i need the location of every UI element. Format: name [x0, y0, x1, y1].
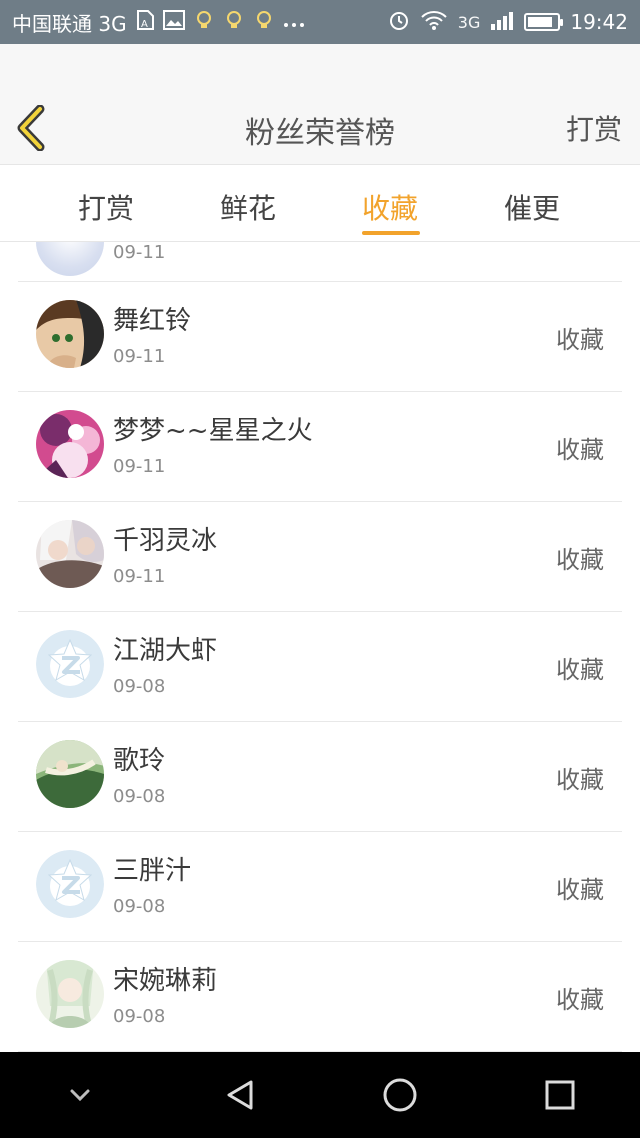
item-date: 09-11	[113, 242, 166, 263]
fan-list: 09-11 舞红铃 09-11 收藏 梦梦~~星星之火 09-11 收藏 千羽灵…	[0, 242, 640, 1052]
item-date: 09-08	[113, 1006, 166, 1027]
recents-square-icon	[545, 1080, 575, 1110]
list-item[interactable]: 宋婉琳莉 09-08 收藏	[18, 942, 622, 1052]
status-bar: 中国联通 3G A 3G 19:42	[0, 0, 640, 44]
lightbulb-icon	[253, 9, 275, 36]
back-triangle-icon	[227, 1080, 253, 1110]
image-icon	[162, 9, 185, 35]
item-name: 宋婉琳莉	[113, 966, 218, 996]
wifi-icon	[420, 10, 448, 35]
item-name: 舞红铃	[113, 306, 192, 336]
item-name: 梦梦~~星星之火	[113, 416, 313, 446]
tip-button[interactable]: 打赏	[566, 108, 622, 148]
item-action: 收藏	[556, 876, 604, 904]
item-date: 09-11	[113, 346, 166, 367]
item-action: 收藏	[556, 986, 604, 1014]
chevron-down-icon	[70, 1089, 90, 1102]
tab-flowers[interactable]: 鲜花	[220, 187, 276, 227]
title-bar: 粉丝荣誉榜 打赏	[0, 44, 640, 164]
avatar	[36, 850, 104, 918]
avatar	[36, 520, 104, 588]
item-date: 09-08	[113, 786, 166, 807]
status-right: 3G 19:42	[388, 9, 628, 36]
lightbulb-icon	[223, 9, 245, 36]
avatar	[36, 300, 104, 368]
network-badge: 3G	[457, 12, 481, 32]
list-item[interactable]: 梦梦~~星星之火 09-11 收藏	[18, 392, 622, 502]
list-item[interactable]: 歌玲 09-08 收藏	[18, 722, 622, 832]
sim-icon: A	[135, 9, 155, 36]
list-item[interactable]: 江湖大虾 09-08 收藏	[18, 612, 622, 722]
list-item[interactable]: 舞红铃 09-11 收藏	[18, 282, 622, 392]
signal-icon	[490, 10, 514, 35]
home-circle-icon	[383, 1078, 417, 1112]
list-item[interactable]: 三胖汁 09-08 收藏	[18, 832, 622, 942]
system-nav-bar	[0, 1052, 640, 1138]
item-name: 江湖大虾	[113, 636, 218, 666]
avatar	[36, 242, 104, 276]
item-action: 收藏	[556, 436, 604, 464]
battery-level	[528, 17, 553, 27]
page-title: 粉丝荣誉榜	[245, 116, 395, 151]
hide-nav-button[interactable]	[35, 1065, 125, 1125]
tab-active-indicator	[362, 231, 420, 235]
nav-back-button[interactable]	[195, 1065, 285, 1125]
item-action: 收藏	[556, 546, 604, 574]
item-date: 09-08	[113, 896, 166, 917]
item-date: 09-08	[113, 676, 166, 697]
item-action: 收藏	[556, 326, 604, 354]
tab-bar: 打赏 鲜花 收藏 催更	[0, 164, 640, 242]
item-date: 09-11	[113, 456, 166, 477]
alarm-icon	[388, 9, 410, 36]
avatar	[36, 960, 104, 1028]
item-name: 歌玲	[113, 746, 166, 776]
avatar	[36, 630, 104, 698]
avatar	[36, 410, 104, 478]
item-date: 09-11	[113, 566, 166, 587]
battery-icon	[524, 13, 564, 31]
status-time: 19:42	[570, 10, 628, 34]
list-item[interactable]: 09-11	[18, 242, 622, 282]
item-name: 三胖汁	[113, 856, 192, 886]
svg-text:A: A	[141, 19, 148, 30]
status-left: 中国联通 3G A	[12, 8, 388, 37]
carrier-text: 中国联通 3G	[12, 11, 127, 36]
lightbulb-icon	[193, 9, 215, 36]
more-icon	[283, 10, 305, 34]
tab-favorites[interactable]: 收藏	[362, 187, 418, 227]
avatar	[36, 740, 104, 808]
list-item[interactable]: 千羽灵冰 09-11 收藏	[18, 502, 622, 612]
nav-recents-button[interactable]	[515, 1065, 605, 1125]
nav-home-button[interactable]	[355, 1065, 445, 1125]
item-action: 收藏	[556, 766, 604, 794]
tab-urge[interactable]: 催更	[504, 187, 560, 227]
item-name: 千羽灵冰	[113, 526, 218, 556]
item-action: 收藏	[556, 656, 604, 684]
tab-tip[interactable]: 打赏	[78, 187, 134, 227]
